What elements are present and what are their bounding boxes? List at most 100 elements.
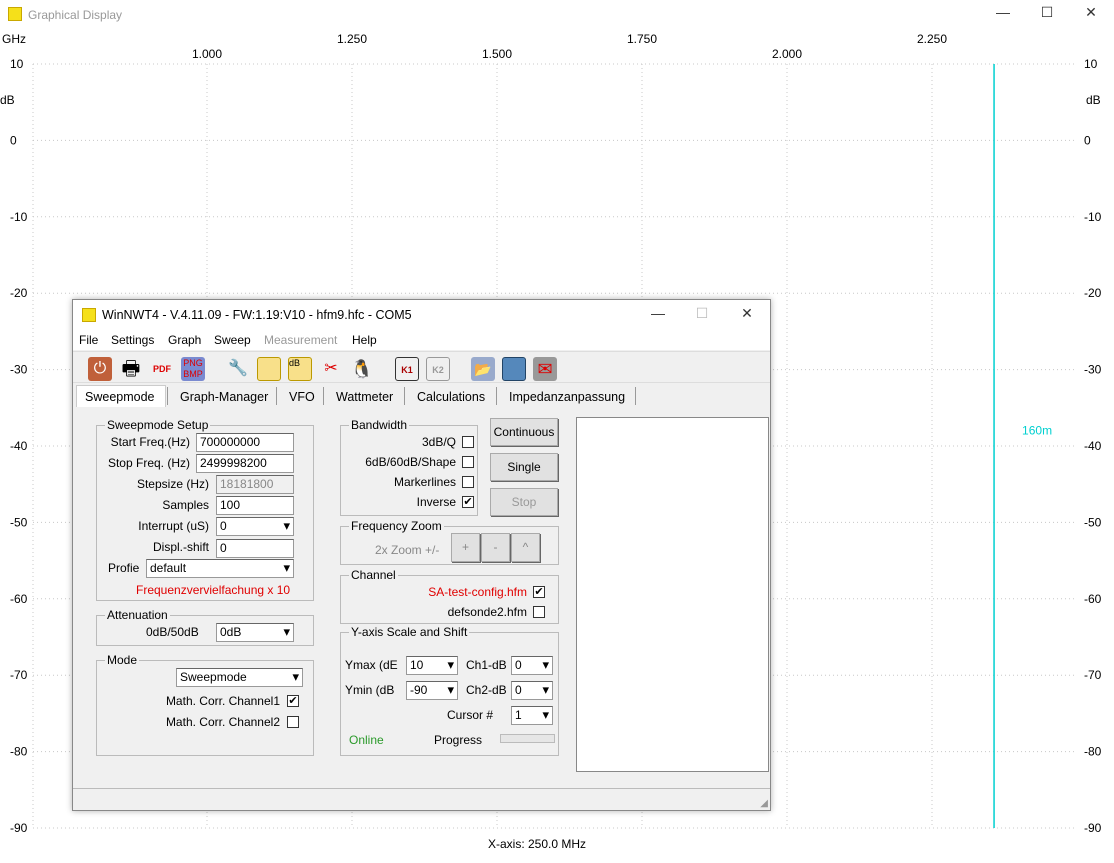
start-freq-input[interactable]: 700000000 [196, 433, 294, 452]
pdf-print-icon[interactable]: PDF [150, 357, 174, 381]
y-tick-label-right: -10 [1084, 210, 1102, 224]
dialog-title: WinNWT4 - V.4.11.09 - FW:1.19:V10 - hfm9… [102, 308, 412, 322]
attenuation-label: 0dB/50dB [146, 625, 199, 639]
db-scale-icon[interactable]: dB [288, 357, 312, 381]
dialog-close-button[interactable]: ✕ [732, 305, 762, 322]
ch2-db-label: Ch2-dB [466, 683, 507, 697]
channel1-checkbox[interactable]: ✔ [533, 586, 545, 598]
ymax-select[interactable]: 10 [406, 656, 458, 675]
tab-graph-manager[interactable]: Graph-Manager [180, 390, 268, 404]
y-tick-label-right: -60 [1084, 592, 1102, 606]
markerlines-checkbox[interactable] [462, 476, 474, 488]
k1-icon[interactable]: K1 [395, 357, 419, 381]
ch2-db-select[interactable]: 0 [511, 681, 553, 700]
math-corr-channel1-checkbox[interactable]: ✔ [287, 695, 299, 707]
maximize-button[interactable]: ☐ [1032, 4, 1062, 21]
progress-label: Progress [434, 733, 483, 747]
ymin-label: Ymin (dB [345, 683, 395, 697]
displ-shift-input[interactable]: 0 [216, 539, 294, 558]
power-icon[interactable]: ⏻ [88, 357, 112, 381]
open-folder-icon[interactable]: 📂 [471, 357, 495, 381]
save-icon[interactable] [502, 357, 526, 381]
shape-label: 6dB/60dB/Shape [365, 455, 456, 469]
menu-measurement[interactable]: Measurement [264, 333, 337, 347]
menu-help[interactable]: Help [352, 333, 377, 347]
ymin-select[interactable]: -90 [406, 681, 458, 700]
samples-input[interactable]: 100 [216, 496, 294, 515]
shape-checkbox[interactable] [462, 456, 474, 468]
zoom-reset-button[interactable]: ^ [511, 533, 540, 562]
menu-sweep[interactable]: Sweep [214, 333, 251, 347]
ch2-db-value: 0 [515, 683, 522, 697]
attenuation-select[interactable]: 0dB [216, 623, 294, 642]
k2-icon[interactable]: K2 [426, 357, 450, 381]
inverse-checkbox[interactable]: ✔ [462, 496, 474, 508]
markerlines-label: Markerlines [393, 475, 456, 489]
menu-settings[interactable]: Settings [111, 333, 154, 347]
y-tick-label-left: -80 [10, 745, 28, 759]
cursor-select[interactable]: 1 [511, 706, 553, 725]
mode-select[interactable]: Sweepmode [176, 668, 303, 687]
resize-grip-icon[interactable]: ◢ [760, 798, 768, 809]
tab-impedanzanpassung[interactable]: Impedanzanpassung [509, 390, 625, 404]
displ-shift-label: Displ.-shift [152, 540, 209, 554]
group-label: Attenuation [105, 608, 170, 622]
dialog-maximize-button[interactable]: ☐ [687, 305, 717, 322]
stop-freq-input[interactable]: 2499998200 [196, 454, 294, 473]
printer-icon[interactable]: 🖶 [119, 357, 143, 381]
tab-vfo[interactable]: VFO [289, 390, 315, 404]
dialog-minimize-button[interactable]: — [643, 305, 673, 321]
ch1-db-select[interactable]: 0 [511, 656, 553, 675]
close-button[interactable]: ✕ [1076, 4, 1106, 21]
tab-wattmeter[interactable]: Wattmeter [336, 390, 393, 404]
y-tick-label-right: -20 [1084, 286, 1102, 300]
envelope-icon[interactable]: ✉ [533, 357, 557, 381]
y-tick-label-right: -70 [1084, 668, 1102, 682]
menu-graph[interactable]: Graph [168, 333, 201, 347]
linux-penguin-icon[interactable]: 🐧 [350, 357, 374, 381]
y-tick-label-left: -50 [10, 515, 28, 529]
tab-sweepmode[interactable]: Sweepmode [85, 390, 155, 404]
calibrate-icon[interactable]: ✂ [319, 357, 343, 381]
interrupt-select[interactable]: 0 [216, 517, 294, 536]
menu-file[interactable]: File [79, 333, 98, 347]
channel1-file-label: SA-test-config.hfm [428, 585, 527, 599]
tab-calculations[interactable]: Calculations [417, 390, 485, 404]
group-label: Y-axis Scale and Shift [349, 625, 470, 639]
math-corr-channel2-label: Math. Corr. Channel2 [165, 715, 280, 729]
mode-value: Sweepmode [180, 670, 247, 684]
y-unit-label-right: dB [1086, 93, 1101, 107]
y-tick-label-right: 10 [1084, 57, 1098, 71]
sweep-icon [82, 308, 96, 322]
settings-tools-icon[interactable]: 🔧 [226, 357, 250, 381]
math-corr-channel1-label: Math. Corr. Channel1 [165, 694, 280, 708]
3db-q-checkbox[interactable] [462, 436, 474, 448]
x-axis-footer: X-axis: 250.0 MHz [488, 837, 587, 851]
y-tick-label-left: -90 [10, 821, 28, 835]
cursor-label: Cursor # [447, 708, 494, 722]
x-tick-label: 1.500 [482, 47, 512, 61]
x-tick-label: 1.250 [337, 32, 367, 46]
graph-curve-icon[interactable] [257, 357, 281, 381]
toolbar: ⏻ 🖶 PDF PNG BMP 🔧 dB ✂ 🐧 K1 K2 📂 ✉ [73, 351, 770, 383]
channel2-checkbox[interactable] [533, 606, 545, 618]
minimize-button[interactable]: — [988, 4, 1018, 20]
y-tick-label-left: -20 [10, 286, 28, 300]
y-tick-label-right: -80 [1084, 745, 1102, 759]
start-freq-label: Start Freq.(Hz) [110, 435, 190, 449]
zoom-out-button[interactable]: - [481, 533, 510, 562]
png-bmp-icon[interactable]: PNG BMP [181, 357, 205, 381]
stop-button[interactable]: Stop [490, 488, 558, 516]
profile-select[interactable]: default [146, 559, 294, 578]
stepsize-label: Stepsize (Hz) [136, 477, 209, 491]
y-tick-label-left: 10 [10, 57, 24, 71]
zoom-label: 2x Zoom +/- [375, 543, 440, 557]
zoom-in-button[interactable]: + [451, 533, 480, 562]
y-unit-label-left: dB [0, 93, 15, 107]
continuous-button[interactable]: Continuous [490, 418, 558, 446]
attenuation-value: 0dB [220, 625, 242, 639]
frequency-multiplication-note: Frequenzvervielfachung x 10 [136, 583, 291, 597]
single-button[interactable]: Single [490, 453, 558, 481]
math-corr-channel2-checkbox[interactable] [287, 716, 299, 728]
channel2-file-label: defsonde2.hfm [447, 605, 527, 619]
